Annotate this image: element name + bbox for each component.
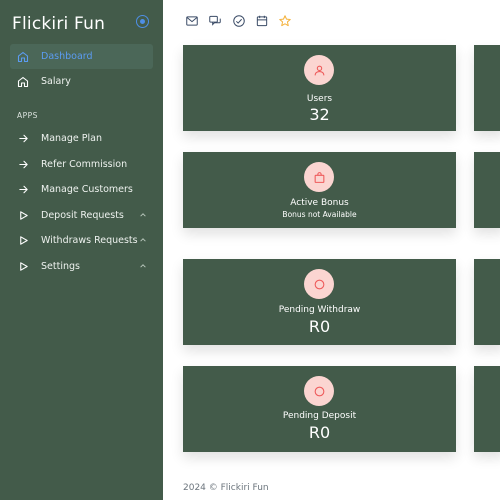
- card-subtitle: Bonus not Available: [282, 210, 357, 219]
- stat-card-partial: [474, 152, 500, 228]
- sidebar-item-withdraws-requests[interactable]: Withdraws Requests: [10, 228, 153, 253]
- sidebar-item-label: Manage Customers: [41, 184, 133, 195]
- card-value: R0: [308, 423, 331, 442]
- user-icon: [304, 55, 334, 85]
- play-outline-icon: [16, 260, 30, 274]
- sidebar-item-label: Manage Plan: [41, 133, 102, 144]
- sidebar-item-deposit-requests[interactable]: Deposit Requests: [10, 203, 153, 228]
- card-value: R0: [308, 317, 331, 336]
- home-icon: [16, 75, 30, 89]
- card-title: Pending Deposit: [282, 411, 357, 421]
- stat-card-partial: [474, 366, 500, 452]
- circle-icon: [304, 269, 334, 299]
- check-circle-icon[interactable]: [232, 14, 246, 28]
- sidebar-item-settings[interactable]: Settings: [10, 254, 153, 279]
- arrow-right-icon: [16, 158, 30, 172]
- card-value: 32: [309, 105, 330, 124]
- sidebar-section-label: APPS: [17, 111, 38, 120]
- dashboard-main: Users 32 Active Bonus Bonus not Availabl…: [163, 42, 500, 500]
- home-icon: [16, 50, 30, 64]
- bag-icon: [304, 162, 334, 192]
- stat-card-partial: [474, 45, 500, 131]
- card-title: Users: [306, 94, 333, 104]
- chevron-up-icon[interactable]: [139, 262, 147, 270]
- sidebar-item-manage-customers[interactable]: Manage Customers: [10, 177, 153, 202]
- stat-card-pending-deposit: Pending Deposit R0: [183, 366, 456, 452]
- play-outline-icon: [16, 209, 30, 223]
- sidebar-toggle-icon[interactable]: [136, 15, 149, 28]
- arrow-right-icon: [16, 183, 30, 197]
- chevron-up-icon[interactable]: [139, 236, 147, 244]
- card-title: Active Bonus: [290, 198, 349, 208]
- mail-icon[interactable]: [185, 14, 199, 28]
- card-title: Pending Withdraw: [278, 305, 361, 315]
- stat-card-users: Users 32: [183, 45, 456, 131]
- sidebar-item-label: Settings: [41, 261, 80, 272]
- sidebar: Flickiri Fun Dashboard Salary APPS Manag…: [0, 0, 163, 500]
- calendar-icon[interactable]: [255, 14, 269, 28]
- sidebar-item-dashboard[interactable]: Dashboard: [10, 44, 153, 69]
- stat-card-pending-withdraw: Pending Withdraw R0: [183, 259, 456, 345]
- sidebar-item-label: Refer Commission: [41, 159, 128, 170]
- stat-card-partial: [474, 259, 500, 345]
- sidebar-item-label: Dashboard: [41, 51, 93, 62]
- stat-card-active-bonus: Active Bonus Bonus not Available: [183, 152, 456, 228]
- chat-icon[interactable]: [208, 14, 222, 28]
- sidebar-item-salary[interactable]: Salary: [10, 69, 153, 94]
- chevron-up-icon[interactable]: [139, 211, 147, 219]
- sidebar-item-label: Deposit Requests: [41, 210, 124, 221]
- arrow-right-icon: [16, 132, 30, 146]
- sidebar-item-label: Salary: [41, 76, 71, 87]
- sidebar-item-label: Withdraws Requests: [41, 235, 138, 246]
- sidebar-item-manage-plan[interactable]: Manage Plan: [10, 126, 153, 151]
- topbar: [163, 0, 500, 42]
- app-title: Flickiri Fun: [12, 14, 106, 34]
- circle-icon: [304, 376, 334, 406]
- footer-copyright: 2024 © Flickiri Fun: [183, 483, 269, 493]
- play-outline-icon: [16, 234, 30, 248]
- sidebar-item-refer-commission[interactable]: Refer Commission: [10, 152, 153, 177]
- star-icon[interactable]: [278, 14, 292, 28]
